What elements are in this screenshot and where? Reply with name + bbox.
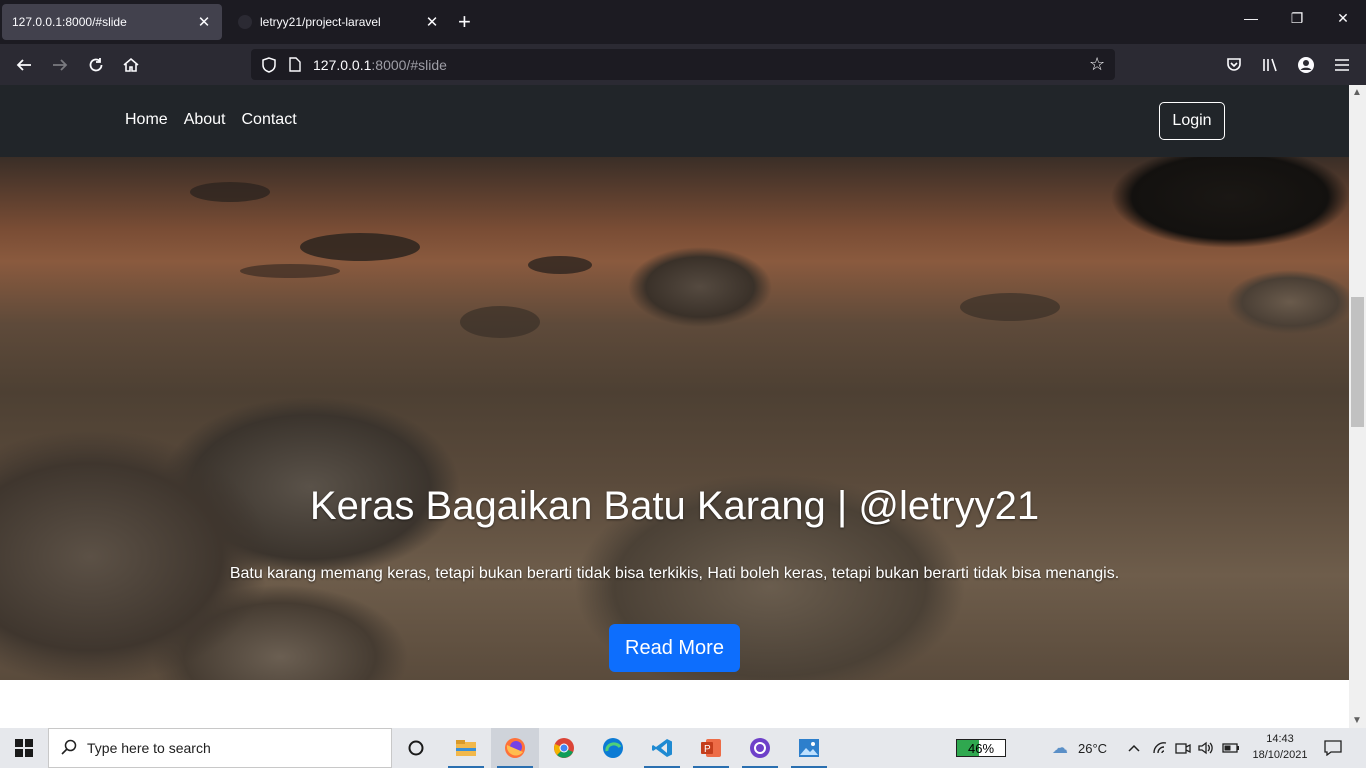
tab-title: letryy21/project-laravel — [260, 15, 381, 29]
vscode-icon[interactable] — [638, 728, 686, 768]
notifications-icon[interactable] — [1324, 728, 1342, 768]
hero-text: Batu karang memang keras, tetapi bukan b… — [229, 565, 1120, 582]
nav-link-about[interactable]: About — [176, 111, 234, 129]
beach-rocks-background — [190, 182, 1060, 338]
read-more-button[interactable]: Read More — [609, 624, 740, 672]
close-window-icon[interactable]: ✕ — [1333, 10, 1353, 27]
browser-tab-strip: 127.0.0.1:8000/#slide ✕ letryy21/project… — [0, 0, 1366, 44]
battery-indicator[interactable]: 46% — [956, 739, 1006, 757]
nav-link-home[interactable]: Home — [117, 111, 176, 129]
account-icon[interactable] — [1293, 52, 1319, 78]
close-tab-icon[interactable]: ✕ — [424, 13, 440, 31]
github-favicon-icon — [238, 15, 252, 29]
hero-title: Keras Bagaikan Batu Karang | @letryy21 — [309, 484, 1040, 528]
windows-start-icon[interactable] — [0, 728, 48, 768]
scroll-down-icon[interactable]: ▼ — [1352, 715, 1362, 726]
new-tab-icon[interactable]: + — [458, 10, 471, 34]
shield-icon[interactable] — [261, 56, 277, 73]
page-icon — [287, 57, 303, 73]
close-tab-icon[interactable]: ✕ — [196, 13, 212, 31]
weather-cloud-icon: ☁ — [1052, 740, 1068, 757]
login-button[interactable]: Login — [1159, 102, 1225, 140]
url-path: :8000/#slide — [371, 56, 447, 73]
bookmark-star-icon[interactable]: ☆ — [1089, 55, 1105, 73]
volume-icon[interactable] — [1198, 728, 1214, 768]
reload-icon[interactable] — [83, 52, 109, 78]
system-clock[interactable]: 14:43 18/10/2021 — [1246, 731, 1314, 763]
file-explorer-icon[interactable] — [442, 728, 490, 768]
nav-link-contact[interactable]: Contact — [234, 111, 305, 129]
back-icon[interactable] — [11, 52, 37, 78]
scroll-thumb[interactable] — [1351, 297, 1364, 427]
cortana-icon[interactable] — [392, 728, 440, 768]
photos-icon[interactable] — [785, 728, 833, 768]
search-icon — [61, 739, 77, 758]
nav-links: Home About Contact — [117, 111, 305, 129]
clock-time: 14:43 — [1266, 733, 1294, 745]
firefox-icon[interactable] — [491, 728, 539, 768]
show-hidden-icons-icon[interactable] — [1128, 728, 1140, 768]
search-placeholder: Type here to search — [87, 740, 211, 756]
url-host: 127.0.0.1 — [313, 56, 372, 73]
hero-slide: Keras Bagaikan Batu Karang | @letryy21 B… — [0, 157, 1349, 680]
tab-localhost[interactable]: 127.0.0.1:8000/#slide ✕ — [2, 4, 222, 40]
home-icon[interactable] — [118, 52, 144, 78]
page-scrollbar[interactable]: ▲ ▼ — [1349, 85, 1366, 728]
wifi-icon[interactable] — [1152, 728, 1168, 768]
tab-github[interactable]: letryy21/project-laravel ✕ — [228, 4, 450, 40]
restore-icon[interactable]: ❐ — [1287, 10, 1307, 27]
svg-text:P: P — [704, 744, 711, 755]
scroll-up-icon[interactable]: ▲ — [1352, 87, 1362, 98]
menu-icon[interactable] — [1329, 52, 1355, 78]
tab-title: 127.0.0.1:8000/#slide — [12, 15, 127, 29]
address-bar[interactable]: 127.0.0.1:8000/#slide ☆ — [251, 49, 1115, 80]
meet-now-icon[interactable] — [1175, 728, 1191, 768]
minimize-icon[interactable]: — — [1241, 10, 1261, 26]
pocket-icon[interactable] — [1221, 52, 1247, 78]
github-desktop-icon[interactable] — [736, 728, 784, 768]
powerpoint-icon[interactable]: P — [687, 728, 735, 768]
browser-toolbar: 127.0.0.1:8000/#slide ☆ — [0, 44, 1366, 85]
temperature: 26°C — [1078, 740, 1108, 756]
battery-percent: 46% — [967, 740, 995, 756]
battery-icon[interactable] — [1222, 728, 1240, 768]
taskbar-search-input[interactable]: Type here to search — [48, 728, 392, 768]
web-page: Home About Contact Login Keras Bagaikan … — [0, 85, 1349, 728]
library-icon[interactable] — [1257, 52, 1283, 78]
weather-widget[interactable]: ☁ 26°C — [1052, 728, 1107, 768]
windows-taskbar: Type here to search P 46% ☁ 26°C 14:43 1… — [0, 728, 1366, 768]
site-navbar: Home About Contact Login — [0, 85, 1349, 157]
clock-date: 18/10/2021 — [1252, 749, 1308, 761]
forward-icon[interactable] — [47, 52, 73, 78]
chrome-icon[interactable] — [540, 728, 588, 768]
edge-icon[interactable] — [589, 728, 637, 768]
